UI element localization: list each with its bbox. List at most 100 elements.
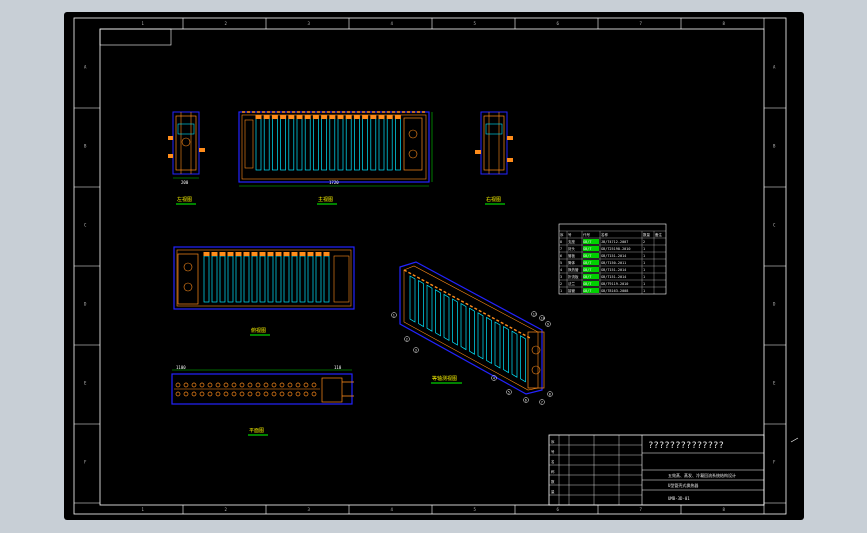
right-view-caption: 右视图: [486, 196, 501, 203]
tube: [494, 321, 501, 369]
tube: [315, 255, 322, 303]
tube: [418, 279, 424, 328]
tube-cap: [291, 252, 298, 256]
nozzle: [263, 391, 269, 397]
bom-cell: GB/T25198-2010: [601, 247, 631, 251]
nozzle: [207, 382, 213, 388]
tube: [272, 117, 278, 171]
bom-cell: 2: [643, 240, 645, 244]
tube: [511, 330, 518, 378]
zone-label-top: 1: [142, 21, 145, 26]
zone-label-bottom: 5: [474, 507, 477, 512]
tube: [255, 117, 262, 171]
bom-cell: 1: [643, 247, 645, 251]
zone-label-left: C: [84, 223, 87, 228]
left-side-view: 200 左视图: [168, 111, 205, 205]
iso-view-caption: 等轴测视图: [432, 375, 457, 382]
top-view: 俯视图: [173, 246, 355, 336]
top-view-caption: 俯视图: [251, 327, 266, 334]
tube: [203, 255, 210, 303]
nozzle: [223, 382, 229, 388]
bom-cell: 换热管: [568, 267, 579, 272]
tube: [362, 117, 368, 171]
iso-tube-bundle: [409, 275, 526, 383]
bom-cell: 支座: [568, 239, 576, 244]
tube: [251, 255, 258, 303]
tube: [211, 255, 218, 303]
tube-cap: [235, 252, 242, 256]
bom-cell: GB/T: [583, 254, 592, 258]
tube: [323, 255, 330, 303]
nozzle: [199, 391, 205, 397]
tube-cap: [304, 115, 311, 119]
tube-cap: [259, 252, 266, 256]
zone-label-bottom: 6: [557, 507, 560, 512]
zone-label-left: B: [84, 144, 87, 149]
zone-label-top: 7: [640, 21, 643, 26]
tube: [337, 117, 344, 171]
bom-cell: GB/T151-2014: [601, 254, 626, 258]
tube: [321, 117, 327, 171]
tube: [395, 117, 401, 171]
part-balloon-number: 1: [393, 313, 395, 317]
nozzle: [231, 391, 237, 397]
zone-label-left: E: [84, 381, 87, 386]
tube-cap: [251, 252, 258, 256]
bom-cell: 1: [643, 268, 645, 272]
section-view: 1100 110 平面图: [171, 365, 354, 436]
zone-label-right: E: [773, 381, 776, 386]
tube: [354, 117, 360, 171]
tube-cap: [362, 115, 369, 119]
right-side-view: 右视图: [475, 111, 513, 205]
nozzle: [247, 391, 253, 397]
tube-cap: [312, 115, 319, 119]
tube-cap: [321, 115, 328, 119]
drawing-viewport[interactable]: 1122334455667788AABBCCDDEEFF 200 左视图 172…: [64, 12, 804, 520]
nozzle: [295, 382, 301, 388]
zone-labels: 1122334455667788A AB BC CD DE EF F: [84, 21, 776, 512]
nozzle: [239, 391, 245, 397]
zone-label-top: 6: [557, 21, 560, 26]
part-balloon-number: 2: [406, 337, 408, 341]
nozzle: [175, 391, 181, 397]
tube-cap: [283, 252, 290, 256]
zone-label-right: C: [773, 223, 776, 228]
bom-header-cell: 数量: [643, 232, 651, 237]
outer-frame: [73, 17, 787, 515]
section-nozzle-row: [174, 382, 320, 397]
bom-cell: GB/T: [583, 240, 592, 244]
title-block: 序号名称数量 ?????????????? 五效蒸、蒸发、冷凝回流系统结构设计 …: [548, 434, 765, 506]
bom-header-cell: 代号: [583, 232, 591, 237]
bom-cell: 2: [560, 282, 562, 286]
bom-cell: 8: [560, 240, 562, 244]
tube-cap: [263, 115, 270, 119]
part-balloon-number: 3: [415, 348, 417, 352]
tube: [313, 117, 319, 171]
front-tube-bundle: [255, 115, 401, 171]
tube: [486, 316, 492, 365]
tube: [503, 325, 509, 374]
nozzle: [191, 391, 197, 397]
tube-cap: [271, 115, 278, 119]
isometric-view: 1 2 3 4 5 6 7 8 910 11 等轴测视图: [391, 261, 553, 405]
zone-label-left: F: [84, 460, 87, 465]
bom-header-cell: 备注: [655, 232, 663, 237]
bom-cell: 6: [560, 254, 562, 258]
bom-cell: 1: [643, 275, 645, 279]
bill-of-materials: 序号 代号 名称 数量 备注 8 支座 GB/T JB/T4712-2007 2 7 封头 GB/T GB…: [558, 223, 667, 295]
zone-label-bottom: 8: [723, 507, 726, 512]
nozzle: [223, 391, 229, 397]
part-balloon-number: 10: [541, 316, 545, 320]
tube: [378, 117, 385, 171]
bom-cell: GB/T: [583, 282, 592, 286]
front-view: 1720 主视图: [238, 111, 433, 205]
tube-cap: [307, 252, 314, 256]
tube-cap: [280, 115, 287, 119]
tube-cap: [370, 115, 377, 119]
tube: [443, 293, 450, 342]
left-view-caption: 左视图: [177, 196, 192, 203]
part-balloon-number: 6: [525, 398, 527, 402]
tube: [329, 117, 336, 171]
bom-cell: GB/T151-2014: [601, 275, 626, 279]
bom-cell: 筒体: [568, 260, 576, 265]
